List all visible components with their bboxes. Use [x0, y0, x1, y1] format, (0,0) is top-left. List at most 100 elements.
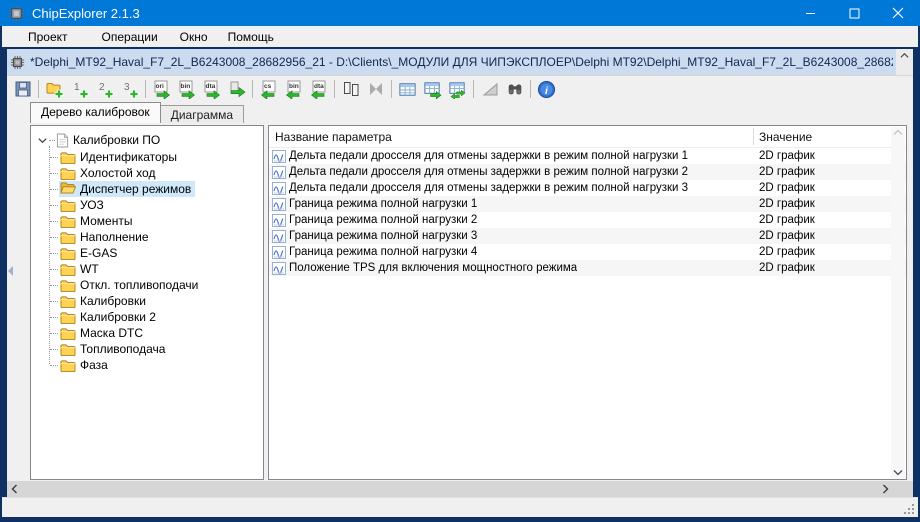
- chip-icon: [10, 55, 25, 70]
- add-slot1-button[interactable]: 1: [67, 78, 92, 101]
- parameter-value: 2D график: [759, 262, 815, 274]
- merge-button[interactable]: [363, 78, 388, 101]
- svg-text:ori: ori: [155, 83, 164, 90]
- tree-item[interactable]: Калибровки: [31, 293, 263, 309]
- export-bin-button[interactable]: bin: [174, 78, 199, 101]
- info-button[interactable]: i: [534, 78, 559, 101]
- tree-item[interactable]: Калибровки 2: [31, 309, 263, 325]
- maximize-button[interactable]: [832, 0, 876, 26]
- tree-item[interactable]: Холостой ход: [31, 165, 263, 181]
- parameter-row[interactable]: Граница режима полной нагрузки 1 2D граф…: [269, 196, 906, 212]
- tree-connector: [50, 333, 58, 334]
- table-vscrollbar[interactable]: [891, 127, 905, 478]
- svg-text:bin: bin: [289, 83, 299, 90]
- search-button[interactable]: [502, 78, 527, 101]
- add-folder-button[interactable]: [42, 78, 67, 101]
- parameter-value: 2D график: [759, 150, 815, 162]
- parameter-name: Граница режима полной нагрузки 3: [289, 230, 477, 242]
- tree-item-label: УОЗ: [80, 198, 104, 212]
- parameter-row[interactable]: Дельта педали дросселя для отмены задерж…: [269, 180, 906, 196]
- tree-root-label: Калибровки ПО: [73, 133, 160, 147]
- project-list: *Delphi_MT92_Haval_F7_2L_B6243008_286829…: [7, 49, 913, 76]
- tree-item[interactable]: Маска DTC: [31, 325, 263, 341]
- document-icon: [56, 133, 69, 148]
- minimize-button[interactable]: [788, 0, 832, 26]
- toolbar-separator: [530, 80, 531, 98]
- menu-item[interactable]: Окно: [170, 27, 218, 47]
- folder-icon: [60, 181, 76, 197]
- column-divider[interactable]: [753, 128, 754, 145]
- tree-connector: [50, 301, 58, 302]
- calibration-tree-panel: Калибровки ПО: [30, 125, 264, 480]
- parameter-value: 2D график: [759, 182, 815, 194]
- table-button[interactable]: [395, 78, 420, 101]
- tree-item[interactable]: Откл. топливоподачи: [31, 277, 263, 293]
- add-slot3-button[interactable]: 3: [117, 78, 142, 101]
- column-header-name[interactable]: Название параметра: [275, 130, 392, 144]
- tree-connector: [50, 157, 58, 158]
- svg-text:cs: cs: [264, 83, 272, 90]
- tree-connector: [50, 253, 58, 254]
- scroll-up-icon: [892, 129, 904, 137]
- save-button[interactable]: [10, 78, 35, 101]
- tree-item[interactable]: УОЗ: [31, 197, 263, 213]
- folder-icon: [60, 215, 76, 228]
- table-body: Дельта педали дросселя для отмены задерж…: [269, 148, 906, 276]
- import-bin-button[interactable]: bin: [281, 78, 306, 101]
- close-button[interactable]: [876, 0, 920, 26]
- tree-item[interactable]: Топливоподача: [31, 341, 263, 357]
- splitter-collapse-arrow[interactable]: [8, 266, 13, 276]
- parameter-name: Граница режима полной нагрузки 2: [289, 214, 477, 226]
- toolbar-separator: [145, 80, 146, 98]
- tree-item[interactable]: Идентификаторы: [31, 149, 263, 165]
- column-header-value[interactable]: Значение: [759, 130, 812, 144]
- resize-grip[interactable]: [904, 504, 914, 514]
- toolbar-separator: [38, 80, 39, 98]
- tree-connector: [50, 189, 58, 190]
- horizontal-scrollbar[interactable]: [7, 481, 913, 497]
- tree-item[interactable]: E-GAS: [31, 245, 263, 261]
- compare-button[interactable]: [338, 78, 363, 101]
- table-sync-button[interactable]: [445, 78, 470, 101]
- parameter-row[interactable]: Граница режима полной нагрузки 3 2D граф…: [269, 228, 906, 244]
- app-window: ChipExplorer 2.1.3 ПроектОперацииОкноПом…: [0, 0, 920, 522]
- import-dta-button[interactable]: dta: [306, 78, 331, 101]
- tree-item-label: Наполнение: [80, 230, 149, 244]
- tab-calibration-tree[interactable]: Дерево калибровок: [30, 102, 161, 123]
- export-ori-button[interactable]: ori: [149, 78, 174, 101]
- toolbar-separator: [252, 80, 253, 98]
- parameter-row[interactable]: Граница режима полной нагрузки 2 2D граф…: [269, 212, 906, 228]
- tree-item[interactable]: Наполнение: [31, 229, 263, 245]
- table-export-button[interactable]: [420, 78, 445, 101]
- menu-item[interactable]: Помощь: [218, 27, 284, 47]
- folder-icon: [60, 311, 76, 324]
- app-chip-icon: [8, 5, 25, 22]
- tree-connector: [50, 269, 58, 270]
- parameter-row[interactable]: Положение TPS для включения мощностного …: [269, 260, 906, 276]
- chevron-down-icon[interactable]: [37, 135, 48, 146]
- tree-item-label: Калибровки: [80, 294, 146, 308]
- tree-item[interactable]: Моменты: [31, 213, 263, 229]
- folder-icon: [60, 151, 76, 164]
- project-list-item[interactable]: *Delphi_MT92_Haval_F7_2L_B6243008_286829…: [7, 49, 896, 75]
- export-dta-button[interactable]: dta: [199, 78, 224, 101]
- menu-item[interactable]: Операции: [92, 27, 168, 47]
- import-cs-button[interactable]: cs: [256, 78, 281, 101]
- menu-item[interactable]: Проект: [18, 27, 78, 47]
- tree-item[interactable]: Фаза: [31, 357, 263, 373]
- tree-item[interactable]: WT: [31, 261, 263, 277]
- tree-item[interactable]: Диспетчер режимов: [31, 181, 263, 197]
- project-list-scrollbar[interactable]: [896, 49, 913, 75]
- add-slot2-button[interactable]: 2: [92, 78, 117, 101]
- parameter-name: Граница режима полной нагрузки 1: [289, 198, 477, 210]
- tree-item-label: E-GAS: [80, 246, 117, 260]
- svg-text:bin: bin: [180, 83, 190, 90]
- ruler-button[interactable]: [477, 78, 502, 101]
- parameter-row[interactable]: Дельта педали дросселя для отмены задерж…: [269, 148, 906, 164]
- tab-diagram[interactable]: Диаграмма: [161, 105, 244, 123]
- tree-root-item[interactable]: Калибровки ПО: [31, 131, 263, 149]
- parameter-row[interactable]: Граница режима полной нагрузки 4 2D граф…: [269, 244, 906, 260]
- tree-connector: [50, 349, 58, 350]
- export-button[interactable]: [224, 78, 249, 101]
- parameter-row[interactable]: Дельта педали дросселя для отмены задерж…: [269, 164, 906, 180]
